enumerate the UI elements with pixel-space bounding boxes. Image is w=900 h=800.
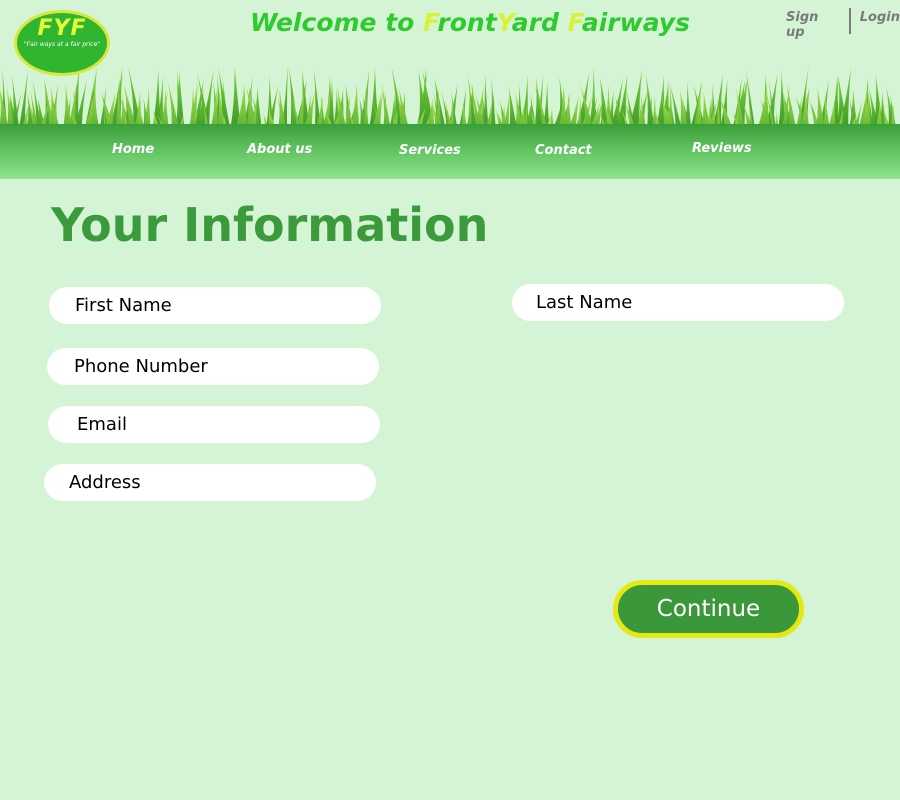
address-field[interactable]	[44, 464, 376, 501]
nav-item-about[interactable]: About us	[247, 142, 312, 157]
site-logo[interactable]: FYF "Fair ways at a fair price"	[14, 10, 110, 76]
logo-initials: FYF	[37, 16, 87, 41]
first-name-field[interactable]	[49, 287, 381, 324]
nav-item-services[interactable]: Services	[399, 143, 461, 158]
title-word-ard: ard	[511, 8, 568, 37]
nav-item-contact[interactable]: Contact	[535, 143, 592, 158]
site-header: FYF "Fair ways at a fair price" Welcome …	[0, 0, 900, 179]
title-letter-f2: F	[567, 8, 582, 37]
auth-divider	[848, 8, 851, 34]
auth-links: Sign up Login	[786, 8, 900, 40]
title-word-airways: airways	[581, 8, 690, 37]
signup-link[interactable]: Sign up	[786, 10, 839, 40]
title-prefix: Welcome to	[250, 8, 424, 37]
login-link[interactable]: Login	[860, 10, 900, 25]
page-title: Your Information	[51, 198, 489, 252]
main-nav: Home About us Services Contact Reviews	[0, 124, 900, 179]
title-letter-y: Y	[496, 8, 512, 37]
nav-item-reviews[interactable]: Reviews	[692, 141, 752, 156]
continue-button[interactable]: Continue	[613, 580, 804, 638]
email-field[interactable]	[48, 406, 380, 443]
last-name-field[interactable]	[512, 284, 844, 321]
site-title: Welcome to FrontYard Fairways	[250, 8, 690, 37]
phone-number-field[interactable]	[47, 348, 379, 385]
logo-tagline: "Fair ways at a fair price"	[23, 41, 101, 48]
title-word-ront: ront	[437, 8, 497, 37]
nav-item-home[interactable]: Home	[112, 142, 154, 157]
title-letter-f1: F	[423, 8, 438, 37]
